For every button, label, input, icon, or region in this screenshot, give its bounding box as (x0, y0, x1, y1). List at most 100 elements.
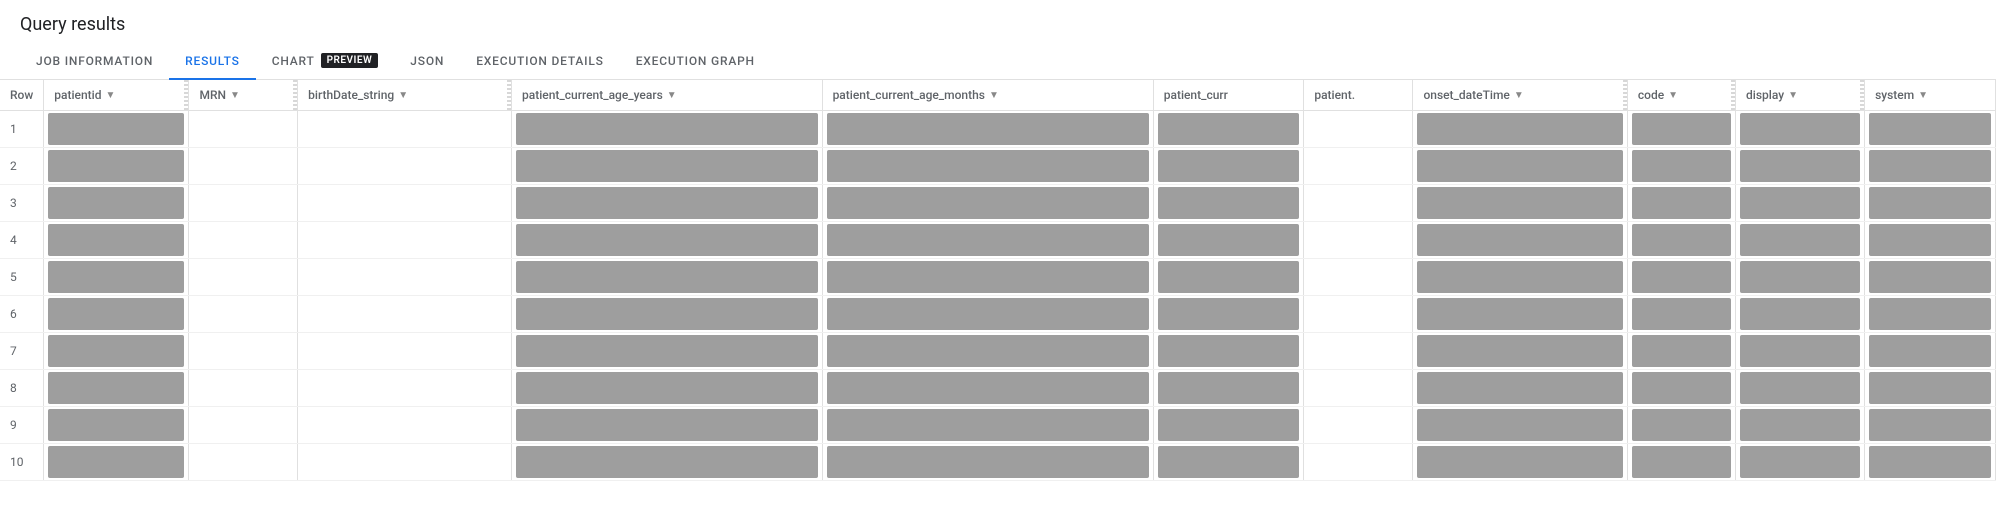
cell-block (1869, 298, 1991, 330)
cell-age_years (512, 296, 823, 333)
col-label-display: display (1746, 88, 1784, 102)
col-dropdown-code[interactable]: ▼ (1668, 90, 1678, 101)
col-header-birthdate[interactable]: birthDate_string▼ (298, 80, 512, 111)
cell-block (1740, 224, 1860, 256)
row-num-cell: 4 (0, 222, 44, 259)
cell-block (48, 409, 184, 441)
row-num-cell: 2 (0, 148, 44, 185)
cell-curr1 (1153, 111, 1304, 148)
col-header-display[interactable]: display ▼ (1736, 80, 1865, 111)
cell-block (1740, 187, 1860, 219)
preview-badge: PREVIEW (321, 53, 379, 68)
col-header-patientid[interactable]: patientid▼ (44, 80, 189, 111)
cell-block (516, 409, 818, 441)
cell-display (1736, 296, 1865, 333)
cell-block (1740, 372, 1860, 404)
cell-block (827, 446, 1149, 478)
table-row: 4 (0, 222, 1996, 259)
col-header-curr2[interactable]: patient. (1304, 80, 1413, 111)
cell-block (516, 298, 818, 330)
cell-block (516, 335, 818, 367)
cell-block (1869, 187, 1991, 219)
cell-patientid (44, 370, 189, 407)
cell-curr1 (1153, 333, 1304, 370)
cell-code (1627, 259, 1735, 296)
col-dropdown-display[interactable]: ▼ (1788, 90, 1798, 101)
col-header-system[interactable]: system▼ (1865, 80, 1996, 111)
table-row: 2 (0, 148, 1996, 185)
cell-age_months (822, 185, 1153, 222)
tab-job-info[interactable]: JOB INFORMATION (20, 44, 169, 80)
table-row: 9 (0, 407, 1996, 444)
tab-exec-graph[interactable]: EXECUTION GRAPH (620, 44, 771, 80)
col-label-age_years: patient_current_age_years (522, 88, 663, 102)
col-dropdown-patientid[interactable]: ▼ (105, 90, 115, 101)
tab-results[interactable]: RESULTS (169, 44, 256, 80)
cell-block (48, 187, 184, 219)
tab-chart[interactable]: CHARTPREVIEW (256, 43, 395, 80)
cell-system (1865, 148, 1996, 185)
table-row: 1 (0, 111, 1996, 148)
cell-block (1869, 409, 1991, 441)
cell-block (1417, 446, 1622, 478)
cell-display (1736, 185, 1865, 222)
cell-display (1736, 111, 1865, 148)
cell-curr2 (1304, 222, 1413, 259)
cell-display (1736, 222, 1865, 259)
cell-block (1740, 335, 1860, 367)
col-header-code[interactable]: code ▼ (1627, 80, 1735, 111)
cell-block (1158, 113, 1300, 145)
col-resize-mrn[interactable] (293, 80, 297, 110)
cell-birthdate (298, 222, 512, 259)
cell-age_months (822, 370, 1153, 407)
col-resize-display[interactable] (1860, 80, 1864, 110)
cell-mrn (189, 185, 298, 222)
col-resize-birthdate[interactable] (507, 80, 511, 110)
cell-age_months (822, 296, 1153, 333)
cell-block (1740, 298, 1860, 330)
cell-block (1417, 113, 1622, 145)
cell-block (516, 261, 818, 293)
col-dropdown-age_years[interactable]: ▼ (667, 90, 677, 101)
col-dropdown-mrn[interactable]: ▼ (230, 90, 240, 101)
col-dropdown-birthdate[interactable]: ▼ (398, 90, 408, 101)
cell-system (1865, 296, 1996, 333)
cell-block (1632, 224, 1731, 256)
col-resize-code[interactable] (1731, 80, 1735, 110)
cell-curr1 (1153, 370, 1304, 407)
col-dropdown-age_months[interactable]: ▼ (989, 90, 999, 101)
cell-birthdate (298, 333, 512, 370)
cell-onset (1413, 185, 1627, 222)
tab-json[interactable]: JSON (394, 44, 460, 80)
cell-block (1632, 446, 1731, 478)
cell-block (1632, 409, 1731, 441)
cell-age_years (512, 259, 823, 296)
cell-block (1740, 409, 1860, 441)
col-header-curr1[interactable]: patient_curr (1153, 80, 1304, 111)
col-header-age_months[interactable]: patient_current_age_months▼ (822, 80, 1153, 111)
col-dropdown-system[interactable]: ▼ (1918, 90, 1928, 101)
tab-exec-details[interactable]: EXECUTION DETAILS (460, 44, 620, 80)
cell-age_months (822, 111, 1153, 148)
cell-age_months (822, 407, 1153, 444)
cell-onset (1413, 370, 1627, 407)
col-resize-onset[interactable] (1623, 80, 1627, 110)
col-resize-patientid[interactable] (184, 80, 188, 110)
cell-age_years (512, 222, 823, 259)
cell-block (1417, 150, 1622, 182)
col-header-age_years[interactable]: patient_current_age_years ▼ (512, 80, 823, 111)
col-label-code: code (1638, 88, 1664, 102)
cell-block (516, 113, 818, 145)
cell-age_years (512, 370, 823, 407)
cell-birthdate (298, 407, 512, 444)
cell-patientid (44, 185, 189, 222)
cell-block (1632, 113, 1731, 145)
col-dropdown-onset[interactable]: ▼ (1514, 90, 1524, 101)
cell-mrn (189, 222, 298, 259)
cell-block (48, 261, 184, 293)
cell-age_years (512, 185, 823, 222)
col-label-onset: onset_dateTime (1423, 88, 1509, 102)
col-header-mrn[interactable]: MRN▼ (189, 80, 298, 111)
cell-system (1865, 185, 1996, 222)
col-header-onset[interactable]: onset_dateTime ▼ (1413, 80, 1627, 111)
